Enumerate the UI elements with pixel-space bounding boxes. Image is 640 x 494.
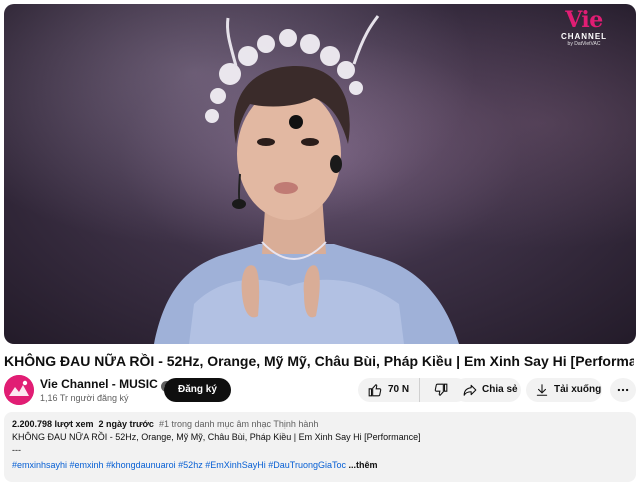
share-button[interactable]: Chia sẻ [454,378,521,402]
video-player[interactable]: Vie CHANNEL by DatVietVAC [4,4,636,344]
like-count: 70 N [388,384,410,395]
more-actions-button[interactable] [610,378,636,402]
upload-age: 2 ngày trước [98,419,154,429]
description-box[interactable]: 2.200.798 lượt xem 2 ngày trước #1 trong… [4,412,636,482]
hashtag-link[interactable]: #DauTruongGiaToc [268,460,346,470]
watermark-byline: by DatVietVAC [567,41,601,47]
channel-name[interactable]: Vie Channel - MUSIC✓ [40,377,172,392]
channel-watermark-logo: Vie CHANNEL by DatVietVAC [546,8,622,52]
channel-avatar[interactable] [4,375,34,405]
hashtag-list: #emxinhsayhi #emxinh #khongdaunuaroi #52… [12,459,628,472]
channel-name-text[interactable]: Vie Channel - MUSIC [40,377,158,391]
subscriber-count: 1,16 Tr người đăng ký [40,393,129,403]
description-separator: --- [12,445,21,455]
channel-logo-icon [4,375,34,405]
download-button[interactable]: Tải xuống [526,378,602,402]
description-meta: 2.200.798 lượt xem 2 ngày trước #1 trong… [12,418,628,431]
share-label: Chia sẻ [482,384,518,395]
video-title: KHÔNG ĐAU NỮA RỒI - 52Hz, Orange, Mỹ Mỹ,… [4,353,634,369]
share-icon [463,384,477,396]
hashtag-link[interactable]: #emxinh [70,460,104,470]
like-icon [368,384,382,397]
like-dislike-group: 70 N [358,378,468,402]
dislike-icon [434,383,448,396]
view-count: 2.200.798 lượt xem [12,419,94,429]
watermark-brand: Vie [565,7,603,33]
hashtag-link[interactable]: #emxinhsayhi [12,460,67,470]
channel-actions-row: Vie Channel - MUSIC✓ 1,16 Tr người đăng … [4,374,636,406]
subscribe-button[interactable]: Đăng ký [164,378,231,402]
more-icon [617,388,629,392]
watermark-channel: CHANNEL [560,32,608,41]
like-button[interactable]: 70 N [358,378,420,402]
show-more-link[interactable]: ...thêm [349,460,378,470]
hashtag-link[interactable]: #52hz [178,460,203,470]
performer-image [154,15,459,344]
description-text: KHÔNG ĐAU NỮA RỒI - 52Hz, Orange, Mỹ Mỹ,… [12,432,421,442]
trending-rank[interactable]: #1 trong danh mục âm nhạc Thịnh hành [159,419,318,429]
download-label: Tải xuống [554,384,602,395]
hashtag-link[interactable]: #EmXinhSayHi [205,460,266,470]
hashtag-link[interactable]: #khongdaunuaroi [106,460,176,470]
download-icon [536,384,548,396]
